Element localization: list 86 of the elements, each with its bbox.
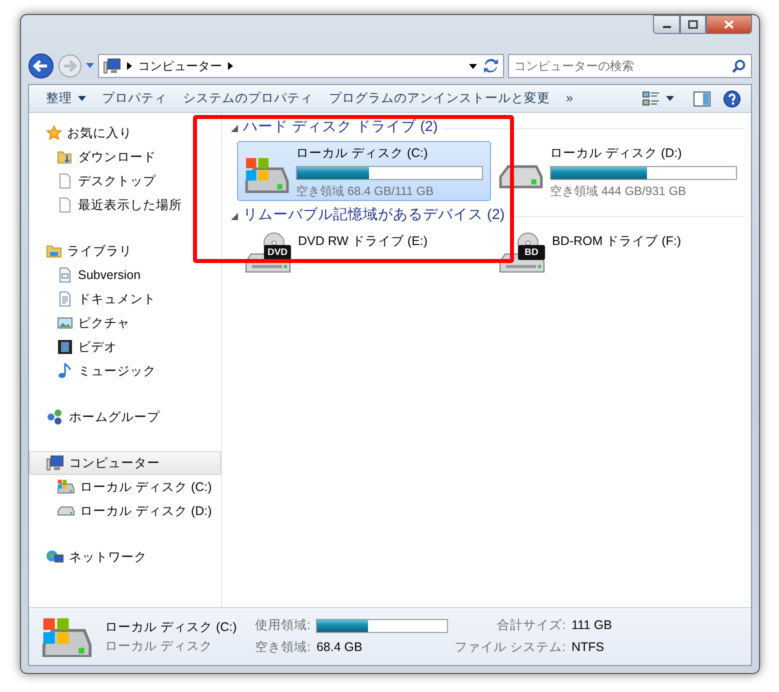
breadcrumb-item[interactable]: コンピューター [138,57,222,75]
sidebar-item[interactable]: ダウンロード [29,145,221,169]
caret-icon [78,96,86,101]
breadcrumb-arrow-icon [228,62,233,70]
help-icon[interactable] [723,90,741,108]
toolbar-button[interactable]: システムのプロパティ [176,86,320,111]
optical-drive-icon [498,232,546,274]
computer-icon [103,58,121,74]
maximize-icon [688,20,698,29]
property-value: NTFS [571,639,606,656]
collapse-arrow-icon[interactable] [231,212,238,220]
drive-name: ローカル ディスク (C:) [296,145,429,162]
back-icon[interactable] [28,53,54,79]
drive-name: ローカル ディスク (D:) [550,145,683,162]
free-space-text: 空き領域 68.4 GB/111 GB [296,182,435,200]
collapse-arrow-icon[interactable] [231,124,238,132]
toolbar-button[interactable]: プログラムのアンインストールと変更 [322,86,557,111]
property-label: 合計サイズ: [496,617,566,634]
page-icon [57,197,73,213]
sidebar-item[interactable]: Subversion [29,263,221,287]
dropdown-icon [469,64,477,68]
toolbar-button[interactable]: » [559,86,580,111]
folder-download-icon [57,149,73,165]
optical-drive-icon [244,232,292,274]
search-icon [732,59,746,73]
drive-label: DVD [266,246,289,260]
system-drive-icon [57,479,75,495]
property-label: 空き領域: [255,639,310,656]
group-header[interactable]: ハード ディスク ドライブ (2) [243,117,438,139]
property-label: ファイル システム: [454,639,566,656]
star-icon [46,125,62,141]
drive-label: BD [524,246,540,260]
sidebar-item[interactable]: コンピューター [29,451,221,475]
picture-icon [57,315,73,331]
details-name: ローカル ディスク (C:) [105,618,238,636]
sidebar-item[interactable]: ミュージック [29,359,221,383]
system-drive-icon [41,616,93,658]
property-label: 使用領域: [255,617,310,634]
sidebar-item[interactable]: ネットワーク [29,545,221,569]
property-value: 111 GB [571,617,612,634]
music-note-icon [57,363,73,379]
sidebar-item[interactable]: 最近表示した場所 [29,193,221,217]
drive-item[interactable]: BD BD-ROM ドライブ (F:) [491,229,745,289]
group-header[interactable]: リムーバブル記憶域があるデバイス (2) [243,205,505,227]
system-drive-icon [244,156,290,193]
homegroup-icon [46,409,64,425]
drive-item[interactable]: DVD DVD RW ドライブ (E:) [237,229,491,289]
film-icon [57,339,73,355]
maximize-button[interactable] [680,15,706,34]
document-icon [57,267,73,283]
sidebar-item[interactable]: ローカル ディスク (C:) [29,475,221,499]
minimize-button[interactable] [653,15,680,34]
view-icon [642,90,660,106]
address-bar[interactable]: コンピューター [98,54,504,78]
sidebar-item[interactable]: お気に入り [29,121,221,145]
drive-item[interactable]: ローカル ディスク (D:) 空き領域 444 GB/931 GB [491,141,745,201]
details-type: ローカル ディスク [105,638,214,654]
breadcrumb-arrow-icon [127,62,132,70]
refresh-icon[interactable] [483,58,499,74]
network-icon [46,549,64,565]
sidebar-item[interactable]: ドキュメント [29,287,221,311]
caret-icon [666,96,674,101]
page-icon [57,173,73,189]
preview-pane-icon[interactable] [693,90,711,106]
sidebar-item[interactable]: デスクトップ [29,169,221,193]
sidebar-item[interactable]: ローカル ディスク (D:) [29,499,221,523]
search-field[interactable]: コンピューターの検索 [508,54,752,78]
property-value: 68.4 GB [316,639,364,656]
sidebar-item[interactable]: ビデオ [29,335,221,359]
drive-name: DVD RW ドライブ (E:) [298,233,428,250]
toolbar-button[interactable]: 整理 [39,86,93,111]
sidebar-item[interactable]: ピクチャ [29,311,221,335]
document-icon [57,291,73,307]
close-icon [724,20,734,29]
library-icon [46,243,62,259]
computer-icon [46,455,64,471]
dropdown-icon[interactable] [86,63,94,69]
drive-icon [57,506,75,516]
close-button[interactable] [706,15,752,34]
toolbar-button[interactable]: プロパティ [95,86,174,111]
sidebar-item[interactable]: ホームグループ [29,405,221,429]
drive-name: BD-ROM ドライブ (F:) [552,233,682,250]
sidebar-item[interactable]: ライブラリ [29,239,221,263]
drive-item[interactable]: ローカル ディスク (C:) 空き領域 68.4 GB/111 GB [237,141,491,201]
free-space-text: 空き領域 444 GB/931 GB [550,182,688,200]
drive-icon [498,164,544,190]
